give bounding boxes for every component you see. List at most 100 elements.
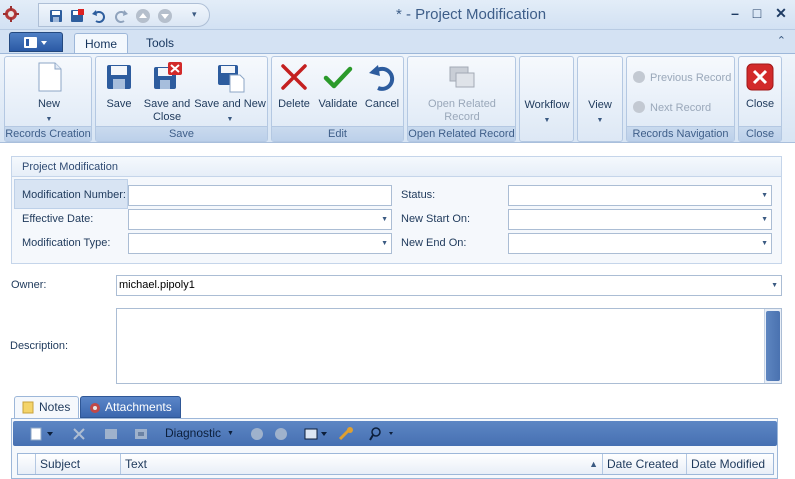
search-icon[interactable] (369, 426, 395, 442)
application-menu-button[interactable] (9, 32, 63, 52)
new-start-on-picker[interactable]: ▼ (508, 209, 772, 230)
customize-toolbar-icon[interactable]: ▾ (192, 9, 197, 20)
chevron-down-icon: ▼ (45, 116, 53, 123)
validate-button[interactable]: Validate (316, 61, 360, 111)
description-label: Description: (10, 340, 69, 352)
tab-notes[interactable]: Notes (14, 396, 80, 418)
minimize-button[interactable]: – (727, 5, 743, 21)
status-select[interactable]: ▼ (508, 185, 772, 206)
chevron-down-icon: ▼ (761, 192, 768, 199)
close-window-button[interactable]: ✕ (773, 5, 789, 22)
view-button[interactable]: View ▼ (580, 99, 620, 127)
group-label: Edit (272, 126, 403, 141)
description-textarea[interactable] (116, 308, 782, 384)
diagnostic-dropdown[interactable]: Diagnostic (165, 426, 221, 440)
row-selector-header (18, 454, 36, 474)
menu-icon (24, 37, 47, 48)
section-title: Project Modification (12, 157, 781, 177)
status-label: Status: (401, 189, 436, 201)
tools-icon[interactable] (337, 426, 355, 442)
column-header-date-modified[interactable]: Date Modified (687, 454, 773, 474)
delete-button[interactable]: Delete (274, 61, 314, 111)
save-close-icon[interactable] (69, 8, 85, 24)
note-icon (22, 401, 34, 414)
chevron-down-icon: ▼ (381, 216, 388, 223)
tab-tools[interactable]: Tools (136, 33, 184, 54)
next-record-button[interactable]: Next Record (633, 100, 711, 116)
group-label: Open Related Record (408, 126, 515, 141)
group-open-related-record: Open Related Record Open Related Record (407, 56, 516, 142)
modification-type-select[interactable]: ▼ (128, 233, 392, 254)
ribbon-tab-row: Home Tools ⌃ (0, 30, 795, 54)
quick-access-toolbar (38, 3, 210, 27)
app-icon[interactable] (2, 5, 20, 23)
group-view[interactable]: View ▼ (577, 56, 623, 142)
new-note-icon[interactable] (29, 426, 55, 442)
ribbon: New ▼ Records Creation Save Save and Clos… (0, 53, 795, 143)
notes-grid: Diagnostic ▼ Subject Text ▲ Date Created… (11, 418, 778, 479)
group-workflow[interactable]: Workflow ▼ (519, 56, 574, 142)
up-icon[interactable] (249, 426, 265, 442)
group-records-navigation: Previous Record Next Record Records Navi… (626, 56, 735, 142)
grid-print-icon[interactable] (103, 426, 119, 442)
modification-number-input[interactable] (128, 185, 392, 206)
up-icon (633, 71, 645, 83)
layout-icon[interactable] (303, 426, 329, 442)
previous-record-button[interactable]: Previous Record (633, 70, 731, 86)
owner-select[interactable]: michael.pipoly1 ▼ (116, 275, 782, 296)
title-bar: ▾ * - Project Modification – □ ✕ (0, 0, 795, 30)
chevron-down-icon: ▼ (761, 216, 768, 223)
redo-icon[interactable] (113, 8, 129, 24)
close-button[interactable]: Close (741, 61, 779, 111)
save-close-icon (154, 62, 182, 89)
owner-label: Owner: (11, 279, 47, 291)
save-icon[interactable] (48, 8, 64, 24)
save-new-icon (218, 65, 245, 93)
down-icon (633, 101, 645, 113)
group-close: Close Close (738, 56, 782, 142)
tab-attachments[interactable]: Attachments (80, 396, 181, 418)
effective-date-label: Effective Date: (22, 213, 94, 225)
workflow-button[interactable]: Workflow ▼ (522, 99, 572, 127)
tab-home[interactable]: Home (74, 33, 129, 54)
column-header-text[interactable]: Text ▲ (121, 454, 603, 474)
up-icon[interactable] (135, 8, 151, 24)
down-icon[interactable] (273, 426, 289, 442)
sort-ascending-icon: ▲ (589, 459, 598, 469)
group-label: Close (739, 126, 781, 141)
chevron-down-icon: ▼ (596, 117, 604, 124)
column-header-subject[interactable]: Subject (36, 454, 121, 474)
open-related-record-button[interactable]: Open Related Record (418, 61, 506, 124)
save-and-new-button[interactable]: Save and New ▼ (194, 61, 266, 126)
column-header-date-created[interactable]: Date Created (603, 454, 687, 474)
modification-number-label: Modification Number: (22, 189, 126, 201)
undo-icon[interactable] (91, 8, 107, 24)
cancel-button[interactable]: Cancel (362, 61, 402, 111)
effective-date-picker[interactable]: ▼ (128, 209, 392, 230)
down-icon[interactable] (157, 8, 173, 24)
grid-export-icon[interactable] (133, 426, 149, 442)
new-button[interactable]: New ▼ (27, 61, 71, 126)
save-and-close-button[interactable]: Save and Close (142, 61, 192, 124)
scrollbar-thumb[interactable] (766, 311, 780, 381)
grid-toolbar: Diagnostic ▼ (13, 421, 777, 446)
chevron-down-icon: ▼ (761, 240, 768, 247)
new-end-on-picker[interactable]: ▼ (508, 233, 772, 254)
related-records-icon (449, 66, 475, 88)
project-modification-section: Project Modification Modification Number… (11, 156, 782, 264)
window-title: * - Project Modification (396, 6, 547, 23)
group-label: Records Creation (5, 126, 91, 141)
chevron-down-icon: ▼ (381, 240, 388, 247)
description-scrollbar[interactable] (764, 309, 781, 383)
group-label: Save (96, 126, 267, 141)
group-edit: Delete Validate Cancel Edit (271, 56, 404, 142)
delete-icon (281, 64, 307, 90)
maximize-button[interactable]: □ (749, 5, 765, 21)
collapse-ribbon-icon[interactable]: ⌃ (777, 34, 786, 47)
checkmark-icon (323, 66, 353, 89)
save-button[interactable]: Save (102, 61, 136, 111)
grid-header: Subject Text ▲ Date Created Date Modifie… (17, 453, 774, 475)
delete-icon[interactable] (71, 426, 87, 442)
new-start-on-label: New Start On: (401, 213, 471, 225)
group-save: Save Save and Close Save and New ▼ Save (95, 56, 268, 142)
